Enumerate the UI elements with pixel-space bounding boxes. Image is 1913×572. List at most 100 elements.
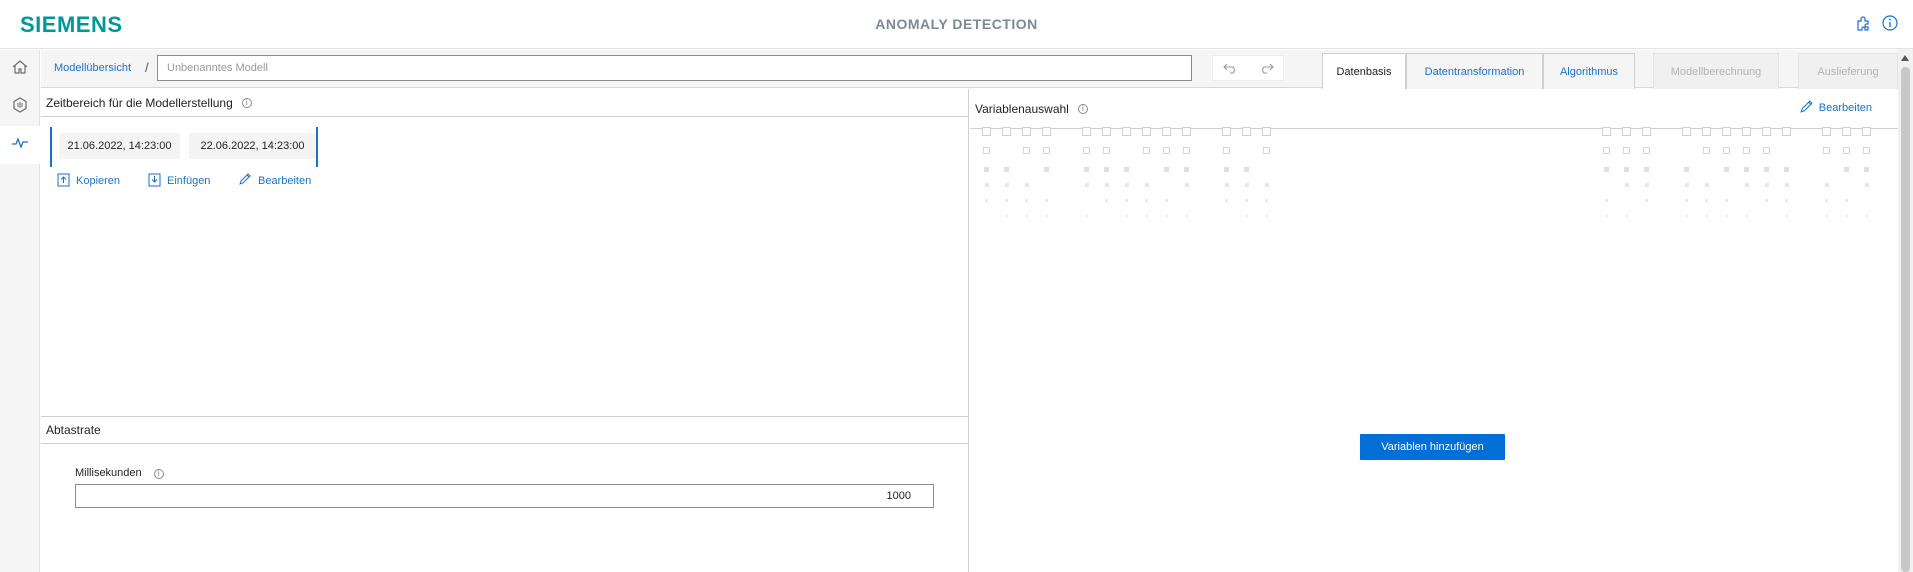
placeholder-square <box>1264 183 1269 187</box>
placeholder-square <box>1644 183 1649 187</box>
copy-icon <box>57 172 70 190</box>
placeholder-square <box>1265 215 1268 217</box>
placeholder-square <box>1623 147 1630 154</box>
edit-variables-button[interactable]: Bearbeiten <box>1799 99 1872 117</box>
milliseconds-input[interactable] <box>75 484 934 508</box>
placeholder-square <box>1045 199 1048 202</box>
sensor-icon <box>11 96 29 119</box>
placeholder-square <box>1864 167 1869 172</box>
placeholder-square <box>984 183 989 187</box>
info-icon[interactable]: i <box>241 97 252 108</box>
scroll-up-arrow-icon[interactable] <box>1901 55 1909 61</box>
placeholder-square <box>1144 183 1149 187</box>
placeholder-square <box>1622 127 1631 136</box>
placeholder-square <box>1004 167 1009 172</box>
edit-time-range-button[interactable]: Bearbeiten <box>238 172 311 189</box>
placeholder-square <box>1624 167 1629 172</box>
app-title: ANOMALY DETECTION <box>875 16 1038 32</box>
placeholder-square <box>1762 127 1771 136</box>
placeholder-square <box>1044 167 1049 172</box>
undo-icon[interactable] <box>1221 58 1241 78</box>
placeholder-square <box>1844 167 1849 172</box>
placeholder-square <box>1643 147 1650 154</box>
paste-icon <box>148 172 161 190</box>
placeholder-square <box>1124 183 1129 187</box>
placeholder-square <box>1004 183 1009 187</box>
info-icon[interactable]: i <box>1077 103 1088 114</box>
paste-button[interactable]: Einfügen <box>148 172 210 190</box>
placeholder-square <box>982 127 991 136</box>
placeholder-square <box>1005 215 1008 217</box>
placeholder-square <box>1782 127 1791 136</box>
info-icon[interactable] <box>1881 14 1899 32</box>
home-icon <box>11 58 29 81</box>
breadcrumb-model-overview[interactable]: Modellübersicht <box>54 62 131 74</box>
tab-modellberechnung[interactable]: Modellberechnung <box>1653 53 1779 89</box>
placeholder-square <box>1744 167 1749 172</box>
placeholder-square <box>1042 127 1051 136</box>
placeholder-square <box>1763 147 1770 154</box>
placeholder-square <box>1084 167 1089 172</box>
placeholder-square <box>1603 147 1610 154</box>
placeholder-square <box>1723 147 1730 154</box>
tab-algorithmus[interactable]: Algorithmus <box>1543 53 1635 89</box>
left-panel: Zeitbereich für die Modellerstellung i 2… <box>41 89 969 572</box>
placeholder-square <box>1722 127 1731 136</box>
sidebar-item-sensor[interactable] <box>0 88 40 126</box>
scrollbar-thumb[interactable] <box>1901 67 1910 572</box>
placeholder-square <box>1045 215 1048 217</box>
placeholder-square <box>1224 167 1229 172</box>
time-range-selector[interactable]: 21.06.2022, 14:23:00 22.06.2022, 14:23:0… <box>50 127 318 167</box>
placeholder-square <box>983 147 990 154</box>
placeholder-square <box>1125 199 1128 202</box>
end-date[interactable]: 22.06.2022, 14:23:00 <box>189 133 316 159</box>
placeholder-square <box>1103 147 1110 154</box>
placeholder-square <box>1244 167 1249 172</box>
placeholder-square <box>1822 127 1831 136</box>
placeholder-square <box>1265 199 1268 202</box>
placeholder-square <box>1023 147 1030 154</box>
tab-auslieferung[interactable]: Auslieferung <box>1798 53 1898 89</box>
placeholder-square <box>1862 127 1871 136</box>
placeholder-square <box>1823 147 1830 154</box>
placeholder-square <box>1122 127 1131 136</box>
placeholder-square <box>1684 167 1689 172</box>
placeholder-square <box>1764 183 1769 187</box>
placeholder-square <box>1725 215 1728 217</box>
tab-datenbasis[interactable]: Datenbasis <box>1322 53 1406 89</box>
sampling-title: Abtastrate <box>46 423 101 437</box>
placeholder-square <box>1704 183 1709 187</box>
placeholder-square <box>1845 199 1848 202</box>
placeholder-square <box>1845 215 1848 217</box>
add-variables-button[interactable]: Variablen hinzufügen <box>1360 434 1505 460</box>
placeholder-square <box>1225 199 1228 202</box>
start-date[interactable]: 21.06.2022, 14:23:00 <box>59 133 180 159</box>
placeholder-square <box>1625 215 1628 217</box>
placeholder-square <box>1642 127 1651 136</box>
placeholder-square <box>1222 127 1231 136</box>
placeholder-square <box>1644 167 1649 172</box>
tab-datentransformation[interactable]: Datentransformation <box>1406 53 1543 89</box>
redo-icon[interactable] <box>1256 58 1276 78</box>
sidebar-item-home[interactable] <box>0 50 40 88</box>
placeholder-square <box>984 167 989 172</box>
copy-button[interactable]: Kopieren <box>57 172 120 190</box>
placeholder-square <box>1765 199 1768 202</box>
sidebar-item-anomaly[interactable] <box>0 126 40 164</box>
placeholder-square <box>1863 147 1870 154</box>
info-icon[interactable]: i <box>153 469 164 479</box>
placeholder-square <box>1022 127 1031 136</box>
placeholder-square <box>1602 127 1611 136</box>
page-scrollbar[interactable] <box>1898 49 1913 572</box>
placeholder-square <box>1743 147 1750 154</box>
placeholder-square <box>1825 215 1828 217</box>
placeholder-square <box>1645 199 1648 202</box>
placeholder-square <box>1703 147 1710 154</box>
puzzle-icon[interactable] <box>1855 14 1873 32</box>
placeholder-square <box>1742 127 1751 136</box>
placeholder-square <box>1745 215 1748 217</box>
model-name-input[interactable] <box>157 55 1192 81</box>
placeholder-square <box>1785 199 1788 202</box>
placeholder-square <box>1262 127 1271 136</box>
placeholder-square <box>1142 127 1151 136</box>
